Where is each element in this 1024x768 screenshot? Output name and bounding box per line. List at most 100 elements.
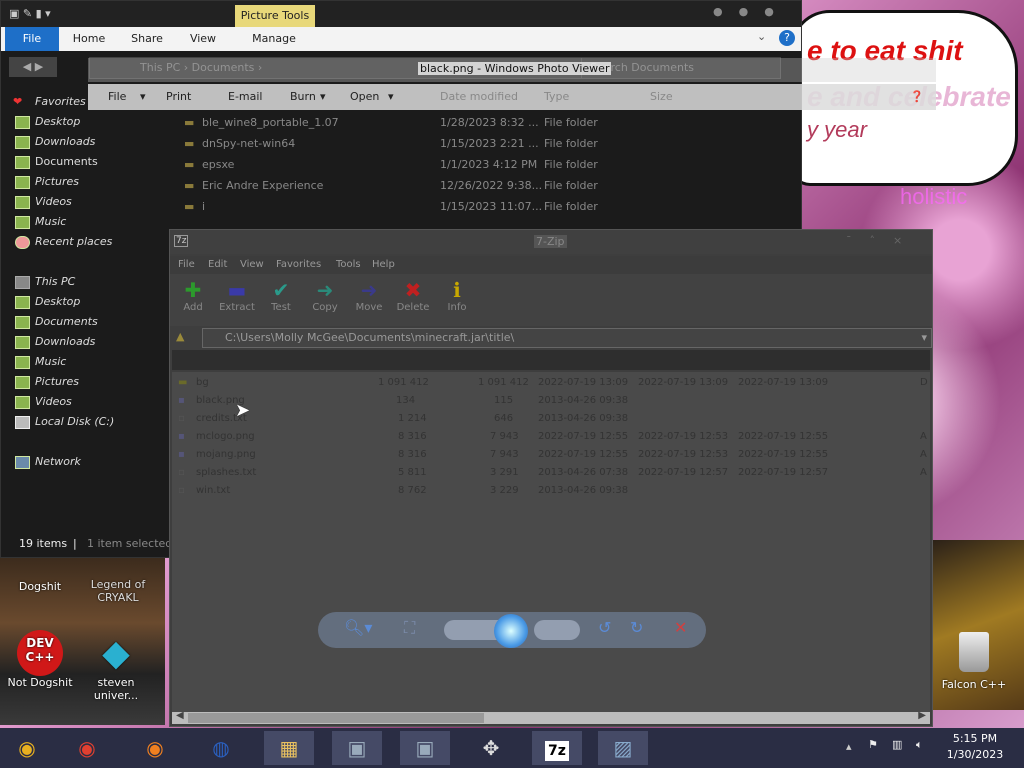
nav-local-disk[interactable]: Local Disk (C:) bbox=[15, 413, 114, 431]
scroll-thumb[interactable] bbox=[188, 713, 484, 723]
table-row[interactable]: ▫ win.txt 8 762 3 229 2013-04-26 09:38 bbox=[172, 482, 930, 500]
list-item[interactable]: ▬ ble_wine8_portable_1.07 1/28/2023 8:32 .… bbox=[170, 113, 790, 133]
desktop-icon-not-dogshit[interactable]: DEV C++ Not Dogshit bbox=[0, 630, 80, 689]
table-row[interactable]: ▫ credits.txt 1 214 646 2013-04-26 09:38 bbox=[172, 410, 930, 428]
tab-manage[interactable]: Manage bbox=[239, 27, 309, 51]
rotate-left-icon[interactable]: ↺ bbox=[598, 618, 611, 637]
table-row[interactable]: ▪ black.png 134 115 2013-04-26 09:38 bbox=[172, 392, 930, 410]
desktop-icon-falcon-cpp[interactable]: Falcon C++ bbox=[934, 632, 1014, 691]
test-button[interactable]: ✔ Test bbox=[260, 278, 302, 313]
actual-size-icon[interactable]: ⛶ bbox=[404, 618, 415, 638]
horizontal-scrollbar[interactable]: ◀ ▶ bbox=[172, 710, 930, 724]
7zip-column-header[interactable] bbox=[172, 350, 930, 370]
clock[interactable]: 5:15 PM 1/30/2023 bbox=[930, 731, 1020, 763]
delete-icon[interactable]: ✕ bbox=[674, 618, 687, 637]
nav-pc-documents[interactable]: Documents bbox=[15, 313, 98, 331]
nav-pc-desktop[interactable]: Desktop bbox=[15, 293, 80, 311]
add-button[interactable]: ✚ Add bbox=[172, 278, 214, 313]
col-type[interactable]: Type bbox=[544, 84, 569, 110]
desktop-icon-dogshit[interactable]: Dogshit bbox=[0, 560, 80, 593]
7z-icon[interactable]: 7z bbox=[532, 731, 582, 765]
nav-this-pc[interactable]: This PC bbox=[15, 273, 75, 291]
nav-pc-music[interactable]: Music bbox=[15, 353, 66, 371]
list-item[interactable]: ▬ i 1/15/2023 11:07... File folder bbox=[170, 197, 790, 217]
table-row[interactable]: ▪ mclogo.png 8 316 7 943 2022-07-19 12:55 202… bbox=[172, 428, 930, 446]
scroll-left-icon[interactable]: ◀ bbox=[176, 710, 184, 721]
gamepad-icon[interactable]: ✥ bbox=[466, 731, 516, 765]
chrome-icon[interactable]: ◉ bbox=[62, 731, 112, 765]
nav-pictures[interactable]: Pictures bbox=[15, 173, 79, 191]
nav-music[interactable]: Music bbox=[15, 213, 66, 231]
nav-downloads[interactable]: Downloads bbox=[15, 133, 95, 151]
7zip-titlebar[interactable]: 7z 7-Zip ˉ˄× bbox=[170, 230, 932, 254]
next-button[interactable] bbox=[534, 620, 580, 640]
tab-file[interactable]: File bbox=[5, 27, 59, 51]
explorer-icon[interactable]: ▦ bbox=[264, 731, 314, 765]
nav-network[interactable]: Network bbox=[15, 453, 81, 471]
list-item[interactable]: ▬ dnSpy-net-win64 1/15/2023 2:21 ... File f… bbox=[170, 134, 790, 154]
pc-app-icon-2[interactable]: ▣ bbox=[400, 731, 450, 765]
network-icon[interactable]: ▥ bbox=[892, 738, 902, 751]
tab-home[interactable]: Home bbox=[67, 27, 111, 51]
7zip-menu-view[interactable]: View bbox=[240, 256, 264, 274]
firefox-icon[interactable]: ◉ bbox=[130, 731, 180, 765]
scroll-right-icon[interactable]: ▶ bbox=[918, 710, 926, 721]
quick-access-toolbar-icon[interactable]: ▣ ✎ ▮ ▾ bbox=[9, 7, 51, 20]
nav-videos[interactable]: Videos bbox=[15, 193, 72, 211]
delete-button[interactable]: ✖ Delete bbox=[392, 278, 434, 313]
rotate-right-icon[interactable]: ↻ bbox=[630, 618, 643, 637]
7zip-menu-edit[interactable]: Edit bbox=[208, 256, 227, 274]
table-row[interactable]: ▫ splashes.txt 5 811 3 291 2013-04-26 07:38 2… bbox=[172, 464, 930, 482]
pc-app-icon[interactable]: ▣ bbox=[332, 731, 382, 765]
chrome-ie-icon[interactable]: ◉ bbox=[2, 731, 52, 765]
copy-button[interactable]: ➜ Copy bbox=[304, 278, 346, 313]
col-date-modified[interactable]: Date modified bbox=[440, 84, 518, 110]
7zip-menu-favorites[interactable]: Favorites bbox=[276, 256, 321, 274]
zoom-icon[interactable]: 🔍︎▾ bbox=[344, 618, 372, 637]
tray-expand-icon[interactable]: ▴ bbox=[846, 740, 852, 753]
pv-menu-email[interactable]: E-mail bbox=[228, 84, 263, 110]
extract-button[interactable]: ▬ Extract bbox=[216, 278, 258, 313]
nav-pc-videos[interactable]: Videos bbox=[15, 393, 72, 411]
help-icon[interactable]: ? bbox=[779, 30, 795, 46]
7zip-menu-help[interactable]: Help bbox=[372, 256, 395, 274]
nav-pc-pictures[interactable]: Pictures bbox=[15, 373, 79, 391]
tab-share[interactable]: Share bbox=[125, 27, 169, 51]
7zip-window-controls[interactable]: ˉ˄× bbox=[846, 234, 920, 247]
move-button[interactable]: ➜ Move bbox=[348, 278, 390, 313]
pv-menu-print[interactable]: Print bbox=[166, 84, 191, 110]
desktop-icon-steven-universe[interactable]: ◆ steven univer... bbox=[76, 632, 156, 702]
7zip-menu-tools[interactable]: Tools bbox=[336, 256, 361, 274]
back-forward-buttons[interactable]: ◀ ▶ bbox=[9, 57, 57, 77]
7zip-menu-file[interactable]: File bbox=[178, 256, 195, 274]
nav-recent-places[interactable]: Recent places bbox=[15, 233, 112, 251]
list-item[interactable]: ▬ epsxe 1/1/2023 4:12 PM File folder bbox=[170, 155, 790, 175]
obama-icon[interactable]: ◍ bbox=[196, 731, 246, 765]
nav-pc-downloads[interactable]: Downloads bbox=[15, 333, 95, 351]
nav-documents[interactable]: Documents bbox=[15, 153, 98, 171]
table-row[interactable]: ▪ mojang.png 8 316 7 943 2022-07-19 12:55 202… bbox=[172, 446, 930, 464]
7zip-path-input[interactable]: C:\Users\Molly McGee\Documents\minecraft… bbox=[202, 328, 932, 348]
ribbon-expand-icon[interactable]: ⌄ bbox=[757, 30, 766, 43]
pv-menu-burn[interactable]: Burn bbox=[290, 84, 316, 110]
table-row[interactable]: ▬ bg 1 091 412 1 091 412 2022-07-19 13:09 202… bbox=[172, 374, 930, 392]
flag-icon[interactable]: ⚑ bbox=[868, 738, 878, 751]
info-button[interactable]: ℹ Info bbox=[436, 278, 478, 313]
window-controls[interactable]: ●●● bbox=[713, 5, 790, 18]
nav-favorites[interactable]: ❤ Favorites bbox=[13, 93, 86, 111]
explorer-titlebar[interactable]: ▣ ✎ ▮ ▾ ●●● bbox=[1, 1, 801, 27]
volume-icon[interactable]: 🔈︎ bbox=[916, 738, 923, 752]
chevron-down-icon[interactable]: ▾ bbox=[921, 329, 927, 347]
list-item[interactable]: ▬ Eric Andre Experience 12/26/2022 9:38...… bbox=[170, 176, 790, 196]
help-icon[interactable]: ❓ bbox=[910, 84, 924, 110]
desktop-icon-legend-of-cryakl[interactable]: Legend of CRYAKL bbox=[78, 578, 158, 604]
up-folder-icon[interactable]: ▲ bbox=[176, 330, 184, 343]
slideshow-button[interactable] bbox=[494, 614, 528, 648]
pv-menu-open[interactable]: Open bbox=[350, 84, 379, 110]
pv-menu-file[interactable]: File bbox=[108, 84, 126, 110]
network-icon bbox=[15, 456, 30, 469]
tab-view[interactable]: View bbox=[181, 27, 225, 51]
photo-viewer-icon[interactable]: ▨ bbox=[598, 731, 648, 765]
nav-desktop[interactable]: Desktop bbox=[15, 113, 80, 131]
col-size[interactable]: Size bbox=[650, 84, 673, 110]
